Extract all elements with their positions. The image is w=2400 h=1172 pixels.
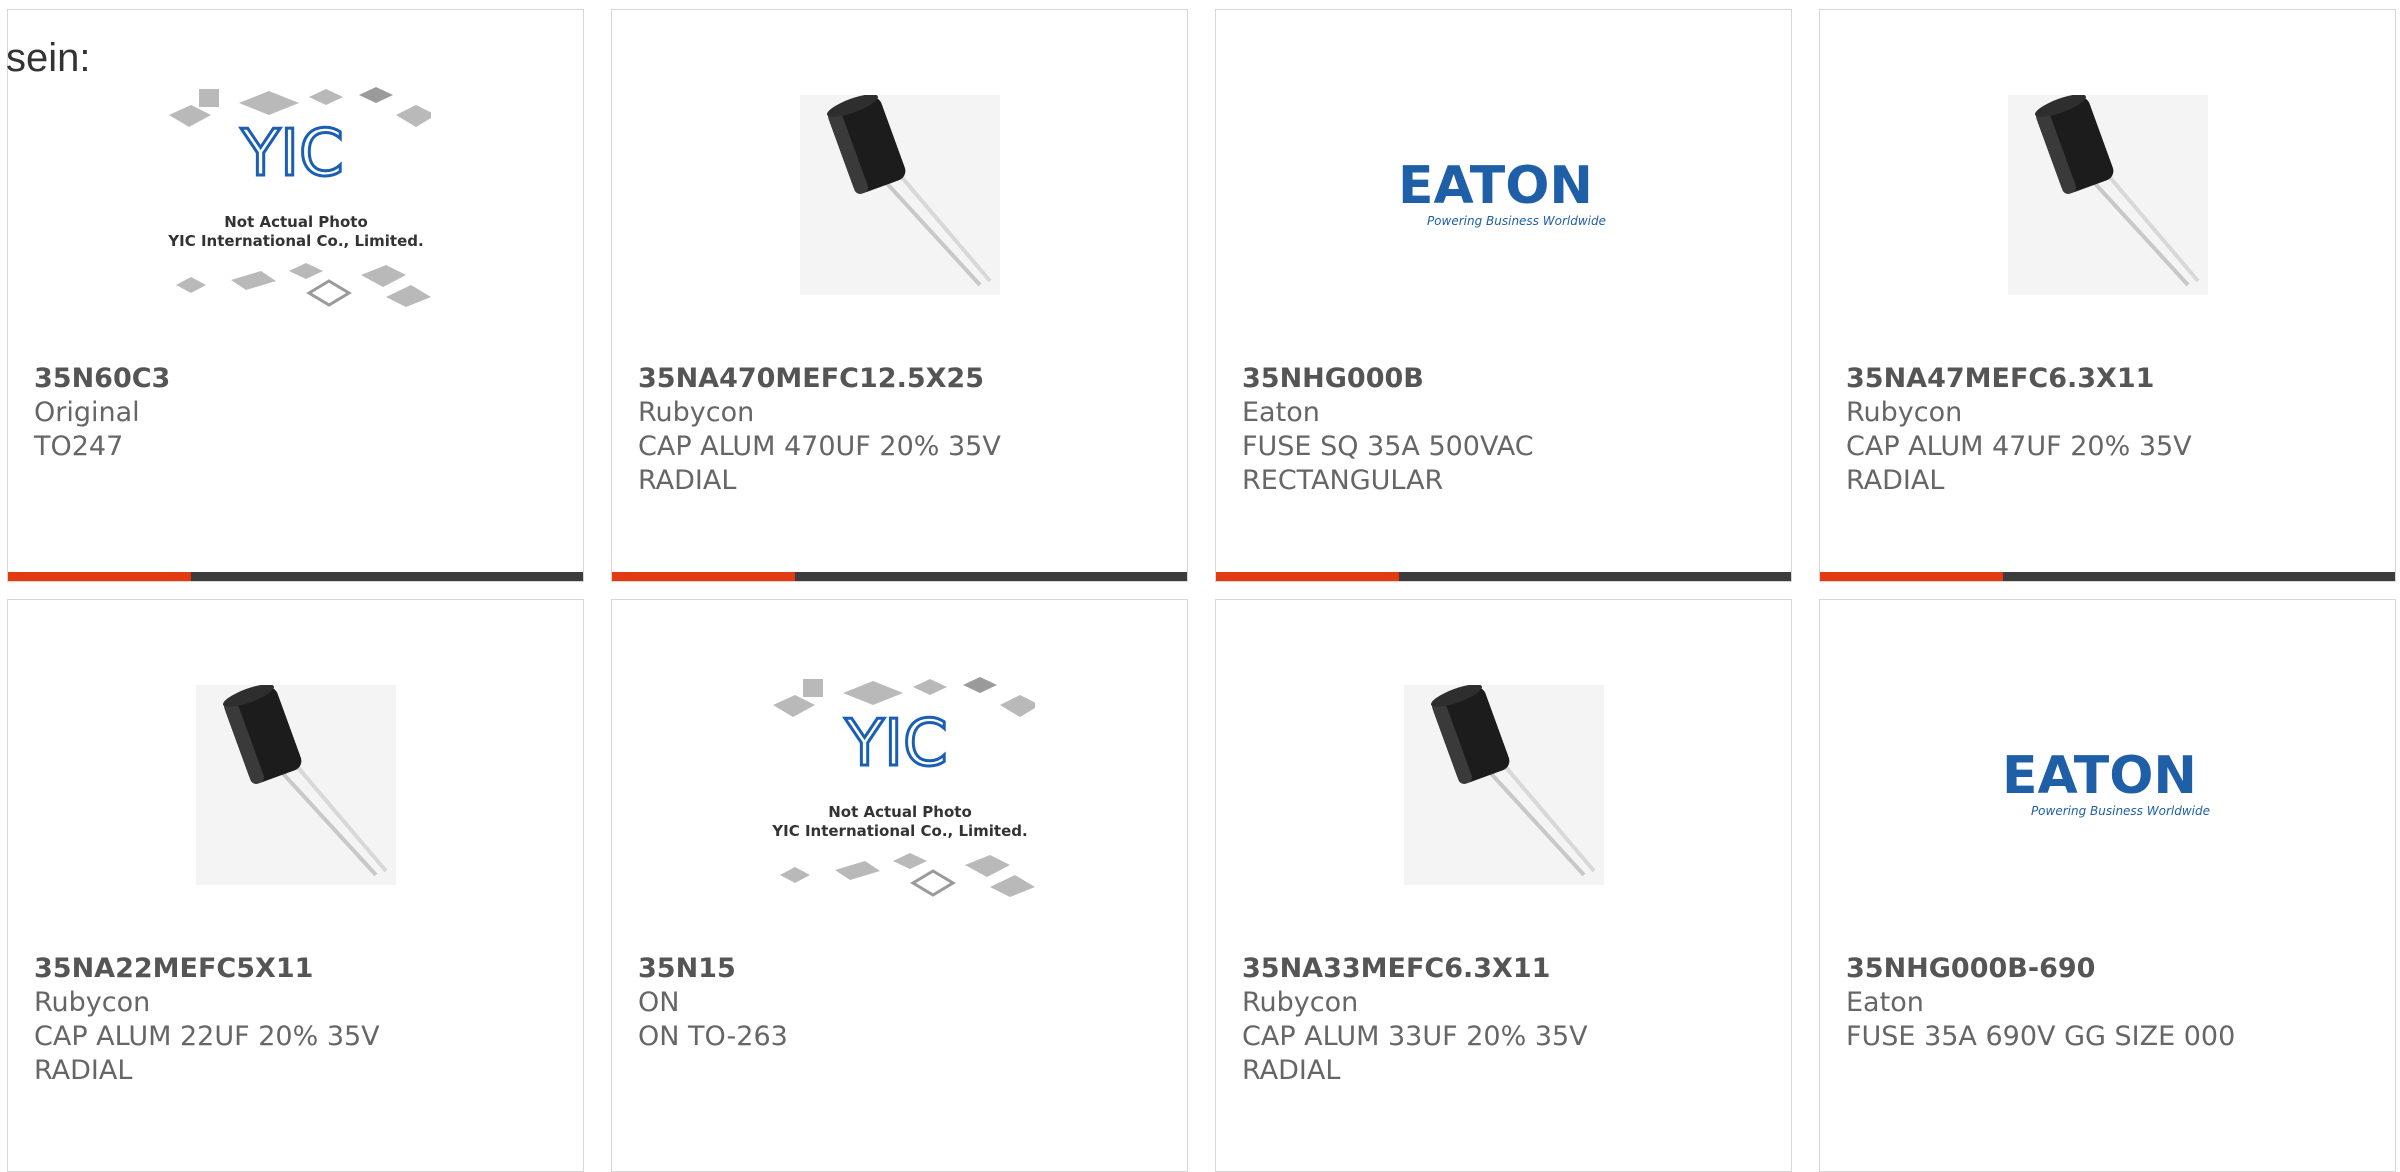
product-card[interactable]: 35NA47MEFC6.3X11 Rubycon CAP ALUM 47UF 2… [1819,9,2396,582]
svg-text:YIC: YIC [844,707,948,781]
product-image [612,65,1187,325]
description: CAP ALUM 33UF 20% 35V RADIAL [1242,1021,1588,1086]
card-bar [1216,572,1791,581]
card-bar [612,572,1187,581]
product-image: EATON Powering Business Worldwide [1216,65,1791,325]
svg-text:Powering Business Worldwide: Powering Business Worldwide [1426,214,1605,228]
capacitor-icon [2007,94,2208,295]
product-card[interactable]: 35NA33MEFC6.3X11 Rubycon CAP ALUM 33UF 2… [1215,599,1792,1172]
description: ON TO-263 [638,1021,788,1052]
product-card[interactable]: EATON Powering Business Worldwide 35NHG0… [1819,599,2396,1172]
part-number[interactable]: 35NHG000B [1242,362,1771,396]
eaton-logo: EATON Powering Business Worldwide [2002,746,2210,818]
manufacturer: Rubycon [1846,397,1963,428]
part-number[interactable]: 35NA47MEFC6.3X11 [1846,362,2375,396]
svg-text:Powering Business Worldwide: Powering Business Worldwide [2030,804,2209,818]
product-image [8,655,583,915]
svg-text:EATON: EATON [2002,746,2197,806]
manufacturer: ON [638,987,680,1018]
svg-text:EATON: EATON [1398,156,1593,216]
eaton-logo: EATON Powering Business Worldwide [1398,156,1606,228]
card-bar [8,572,583,581]
description: TO247 [34,431,124,462]
part-number[interactable]: 35NA22MEFC5X11 [34,952,563,986]
product-image [1820,65,2395,325]
yic-placeholder-icon: YIC Not Actual Photo YIC International C… [167,87,431,307]
product-card[interactable]: 35NA22MEFC5X11 Rubycon CAP ALUM 22UF 20%… [7,599,584,1172]
description: CAP ALUM 22UF 20% 35V RADIAL [34,1021,380,1086]
product-image: YIC Not Actual Photo YIC International C… [612,655,1187,915]
product-card[interactable]: YIC Not Actual Photo YIC International C… [611,599,1188,1172]
description: FUSE SQ 35A 500VAC RECTANGULAR [1242,431,1534,496]
manufacturer: Eaton [1846,987,1924,1018]
product-image: EATON Powering Business Worldwide [1820,655,2395,915]
product-card[interactable]: 35NA470MEFC12.5X25 Rubycon CAP ALUM 470U… [611,9,1188,582]
product-image: YIC Not Actual Photo YIC International C… [8,65,583,325]
description: FUSE 35A 690V GG SIZE 000 [1846,1021,2236,1052]
manufacturer: Rubycon [34,987,151,1018]
capacitor-icon [195,684,396,885]
section-heading: sein: [6,36,91,80]
part-number[interactable]: 35N15 [638,952,1167,986]
part-number[interactable]: 35NA33MEFC6.3X11 [1242,952,1771,986]
capacitor-icon [1403,684,1604,885]
svg-text:YIC: YIC [240,117,344,191]
product-card[interactable]: EATON Powering Business Worldwide 35NHG0… [1215,9,1792,582]
manufacturer: Rubycon [1242,987,1359,1018]
placeholder-text-1: Not Actual Photo [224,213,368,231]
manufacturer: Rubycon [638,397,755,428]
description: CAP ALUM 47UF 20% 35V RADIAL [1846,431,2192,496]
yic-placeholder-icon: YIC Not Actual Photo YIC International C… [771,677,1035,897]
placeholder-text-1: Not Actual Photo [828,803,972,821]
capacitor-icon [799,94,1000,295]
placeholder-text-2: YIC International Co., Limited. [167,232,423,250]
product-grid: YIC Not Actual Photo YIC International C… [0,0,2400,1172]
manufacturer: Eaton [1242,397,1320,428]
part-number[interactable]: 35NHG000B-690 [1846,952,2375,986]
product-card[interactable]: YIC Not Actual Photo YIC International C… [7,9,584,582]
product-image [1216,655,1791,915]
part-number[interactable]: 35N60C3 [34,362,563,396]
description: CAP ALUM 470UF 20% 35V RADIAL [638,431,1001,496]
part-number[interactable]: 35NA470MEFC12.5X25 [638,362,1167,396]
card-bar [1820,572,2395,581]
placeholder-text-2: YIC International Co., Limited. [771,822,1027,840]
manufacturer: Original [34,397,140,428]
